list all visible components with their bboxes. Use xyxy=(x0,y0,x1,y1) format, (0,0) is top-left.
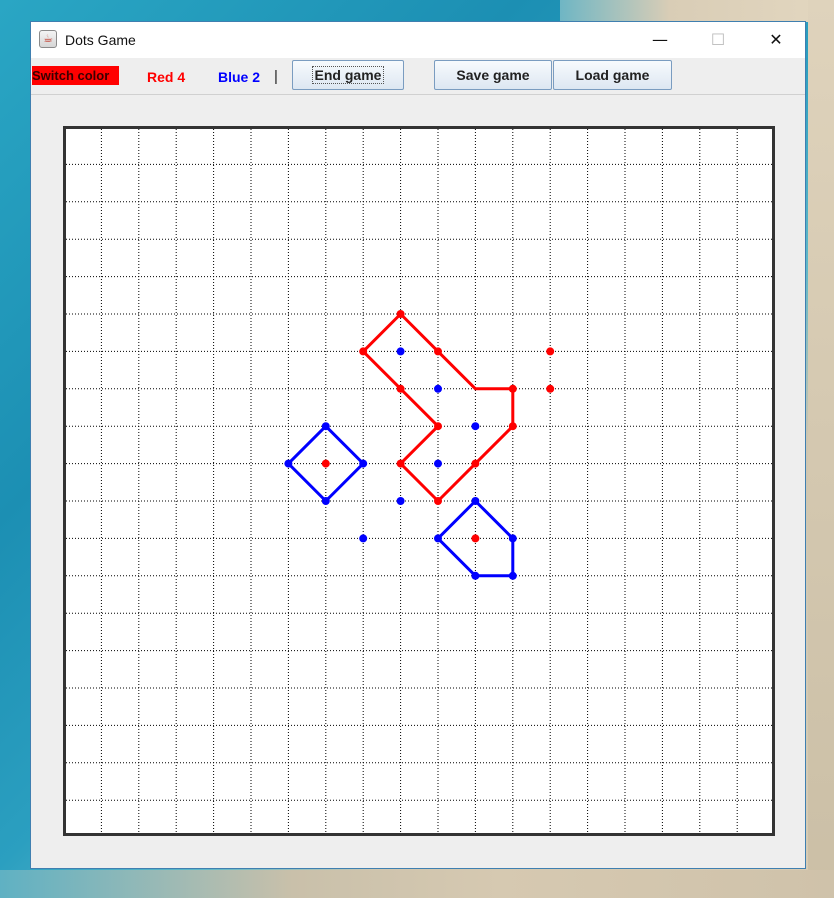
blue-dot[interactable] xyxy=(321,422,330,431)
java-cup-icon: ☕ xyxy=(39,30,57,48)
blue-dot[interactable] xyxy=(508,534,517,543)
red-score: Red 4 xyxy=(147,69,186,85)
title-bar[interactable]: ☕ Dots Game — ☐ ✕ xyxy=(31,22,805,58)
toolbar-separator: | xyxy=(274,68,278,85)
red-dot[interactable] xyxy=(396,459,405,468)
switch-color-button[interactable]: Switch color xyxy=(32,66,119,85)
desktop-background-right xyxy=(808,0,834,898)
end-game-button[interactable]: End game xyxy=(292,60,404,90)
toolbar: Switch color Red 4 Blue 2 | End game Sav… xyxy=(31,58,805,95)
blue-dot[interactable] xyxy=(471,497,480,505)
blue-dot[interactable] xyxy=(434,534,442,543)
blue-dot[interactable] xyxy=(434,384,442,393)
save-game-button[interactable]: Save game xyxy=(434,60,552,90)
blue-dot[interactable] xyxy=(508,571,517,580)
blue-dot[interactable] xyxy=(321,497,330,505)
desktop-background-bottom xyxy=(0,870,834,898)
blue-dot[interactable] xyxy=(434,459,442,468)
blue-score: Blue 2 xyxy=(218,69,261,85)
close-button[interactable]: ✕ xyxy=(753,22,799,58)
red-dot[interactable] xyxy=(471,534,480,543)
desktop-background xyxy=(560,0,834,22)
red-dot[interactable] xyxy=(434,422,442,431)
red-dot[interactable] xyxy=(508,422,517,431)
blue-dot[interactable] xyxy=(471,571,480,580)
red-dot[interactable] xyxy=(396,310,405,318)
minimize-button[interactable]: — xyxy=(637,22,683,58)
red-dot[interactable] xyxy=(546,384,555,393)
blue-dot[interactable] xyxy=(284,459,293,468)
blue-dot[interactable] xyxy=(396,497,405,505)
red-dot[interactable] xyxy=(359,347,368,356)
blue-dot[interactable] xyxy=(359,534,368,543)
game-board[interactable] xyxy=(63,126,775,836)
dots-game-window: ☕ Dots Game — ☐ ✕ Switch color Red 4 Blu… xyxy=(30,21,806,869)
board-canvas[interactable] xyxy=(66,129,772,833)
blue-dot[interactable] xyxy=(471,422,480,431)
blue-dot[interactable] xyxy=(359,459,368,468)
blue-dot[interactable] xyxy=(396,347,405,356)
red-dot[interactable] xyxy=(434,347,442,356)
window-title: Dots Game xyxy=(65,32,136,48)
load-game-button[interactable]: Load game xyxy=(553,60,672,90)
red-dot[interactable] xyxy=(321,459,330,468)
red-dot[interactable] xyxy=(396,384,405,393)
maximize-button[interactable]: ☐ xyxy=(695,22,741,58)
red-dot[interactable] xyxy=(471,459,480,468)
red-dot[interactable] xyxy=(508,384,517,393)
red-dot[interactable] xyxy=(434,497,442,505)
red-dot[interactable] xyxy=(546,347,555,356)
end-game-label: End game xyxy=(311,66,385,84)
